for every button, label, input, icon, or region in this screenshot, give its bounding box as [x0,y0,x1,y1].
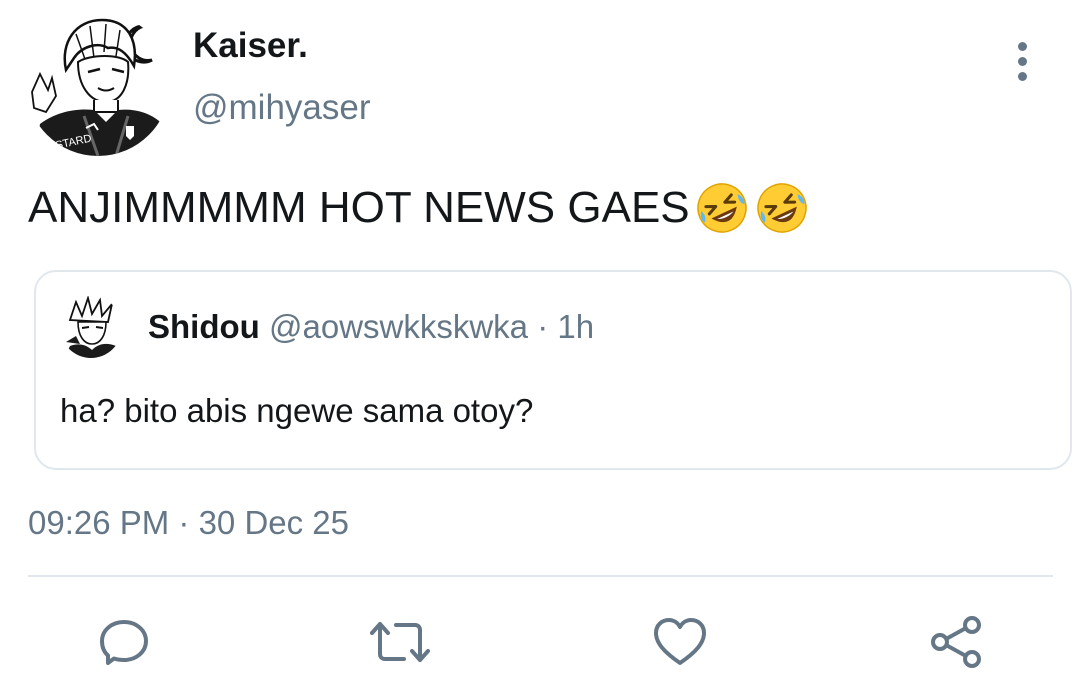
quoted-author-avatar[interactable] [60,296,122,358]
heart-icon [654,618,706,665]
quoted-author-handle: @aowswkkskwka [268,308,529,345]
quoted-tweet-text: ha? bito abis ngewe sama otoy? [60,392,534,429]
share-button[interactable] [926,612,986,672]
retweet-icon [370,622,430,662]
rolling-on-floor-laughing-emoji-icon [754,180,810,236]
quoted-tweet-card[interactable]: Shidou @aowswkkskwka · 1h ha? bito abis … [34,270,1072,470]
quoted-tweet-header: Shidou @aowswkkskwka · 1h [148,308,594,346]
author-handle[interactable]: @mihyaser [193,88,371,128]
divider [28,575,1053,577]
quoted-author-name: Shidou [148,308,260,345]
retweet-button[interactable] [370,612,430,672]
tweet-timestamp[interactable]: 09:26 PM · 30 Dec 25 [28,504,349,542]
reply-icon [100,620,148,665]
like-button[interactable] [650,612,710,672]
more-vertical-icon-dot [1017,71,1027,81]
more-options-button[interactable] [1000,36,1044,86]
share-icon [931,616,981,668]
tweet-text-content: ANJIMMMMM HOT NEWS GAES [28,183,690,232]
quoted-separator: · [537,308,549,345]
quoted-time: 1h [557,308,595,345]
rolling-on-floor-laughing-emoji-icon [694,180,750,236]
manga-avatar-icon [60,296,122,358]
more-vertical-icon [1017,41,1027,51]
tweet-text: ANJIMMMMM HOT NEWS GAES [28,180,810,236]
more-vertical-icon-dot [1017,56,1027,66]
author-avatar[interactable]: BASTARD [26,12,170,156]
manga-avatar-icon: BASTARD [26,12,170,156]
tweet-detail: BASTARD Kaiser. @mihyaser ANJIMMMMM HOT … [0,0,1080,688]
reply-button[interactable] [94,612,154,672]
author-display-name[interactable]: Kaiser. [193,26,308,66]
